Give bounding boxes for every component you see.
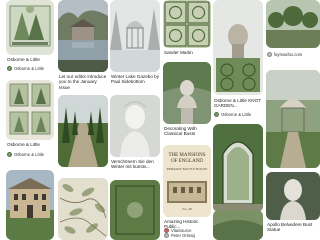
pin-image[interactable] bbox=[110, 0, 160, 72]
pin-image[interactable] bbox=[213, 0, 263, 95]
pin-book[interactable] bbox=[110, 180, 160, 240]
pin-author-vitasource[interactable]: VitaSource bbox=[164, 228, 191, 233]
book-title: THE MANSIONS OF ENGLAND bbox=[168, 153, 206, 164]
avatar bbox=[164, 233, 169, 238]
book-caption: No. 48 bbox=[182, 207, 192, 211]
folies-wallpaper-image bbox=[6, 80, 54, 140]
garden-mirror-image bbox=[213, 124, 263, 212]
pin-garden-path[interactable] bbox=[58, 95, 108, 170]
author-name: faymaxfox.com bbox=[274, 52, 303, 57]
topiary-image bbox=[266, 0, 320, 48]
pin-image[interactable] bbox=[58, 0, 108, 72]
busts-image bbox=[163, 62, 211, 124]
avatar bbox=[267, 52, 272, 57]
pin-image[interactable] bbox=[110, 95, 160, 157]
pin-image[interactable] bbox=[213, 124, 263, 212]
pin-image[interactable] bbox=[163, 0, 211, 48]
apollo-bust-image bbox=[266, 172, 320, 220]
pin-mansions-book[interactable]: THE MANSIONS OF ENGLAND PRIMARY BATTLE H… bbox=[163, 145, 211, 240]
pin-image[interactable] bbox=[58, 95, 108, 167]
pin-author[interactable]: Osborne & Little bbox=[7, 66, 44, 71]
pin-image[interactable] bbox=[58, 178, 108, 240]
pin-bottom-partial[interactable] bbox=[213, 210, 263, 240]
pin-damask[interactable] bbox=[58, 178, 108, 240]
pin-image[interactable]: THE MANSIONS OF ENGLAND PRIMARY BATTLE H… bbox=[163, 145, 211, 217]
pin-title[interactable]: Verschönern Sie den Winter mit kunstv... bbox=[111, 159, 160, 171]
pin-faymaxfox[interactable]: faymaxfox.com bbox=[266, 0, 320, 62]
pin-apollo[interactable]: Apollo Belvedere Bust Statue bbox=[266, 172, 320, 240]
pin-image[interactable] bbox=[163, 62, 211, 124]
pin-image[interactable] bbox=[6, 80, 54, 140]
pin-title[interactable]: Osborne & Little FOLIES... bbox=[7, 57, 54, 63]
garden-path-image bbox=[58, 95, 108, 167]
author-name: Osborne & Little bbox=[221, 112, 252, 117]
pin-january-issue[interactable]: Let our editor introduce you to the Janu… bbox=[58, 0, 108, 92]
knot-tiles-image bbox=[163, 0, 211, 48]
author-name: Osborne & Little bbox=[14, 66, 45, 71]
pin-title[interactable]: Apollo Belvedere Bust Statue bbox=[267, 222, 320, 234]
gazebo-image bbox=[110, 0, 160, 72]
author-name: Osborne & Little bbox=[14, 152, 45, 157]
book-subtitle: PRIMARY BATTLE HOUSE bbox=[166, 167, 208, 171]
pin-image[interactable] bbox=[6, 0, 54, 55]
pin-folies-top[interactable]: Osborne & Little FOLIES... Osborne & Lit… bbox=[6, 0, 54, 80]
pin-manor-house[interactable] bbox=[6, 170, 54, 240]
snow-bust-image bbox=[110, 95, 160, 157]
pin-sander-martin[interactable]: Sander Martin bbox=[163, 0, 211, 60]
garden-gazebo-image bbox=[266, 70, 320, 168]
pin-image[interactable] bbox=[266, 172, 320, 220]
pin-title[interactable]: Osborne & Little FOLIES... bbox=[7, 142, 54, 148]
manor-house-image bbox=[6, 170, 54, 240]
folies-pattern-image bbox=[6, 0, 54, 55]
pin-author[interactable]: Osborne & Little bbox=[214, 112, 251, 117]
pin-winter-gazebo[interactable]: Winter Lake Gazebo by Paul Sidebottom bbox=[110, 0, 160, 92]
author-name: Peter Orlowij bbox=[171, 233, 195, 238]
pin-image[interactable] bbox=[110, 180, 160, 240]
pin-image[interactable] bbox=[266, 0, 320, 48]
author-name: VitaSource bbox=[171, 228, 192, 233]
knot-garden-image bbox=[213, 0, 263, 95]
pin-title[interactable]: Let our editor introduce you to the Janu… bbox=[59, 74, 108, 92]
pin-knot-garden[interactable]: Osborne & Little KNOT GARDEN... Osborne … bbox=[213, 0, 263, 120]
pin-title[interactable]: Decorating With Classical Busts bbox=[164, 126, 211, 138]
pin-author[interactable]: Peter Orlowij bbox=[164, 233, 195, 238]
pin-folies-middle[interactable]: Osborne & Little FOLIES... Osborne & Lit… bbox=[6, 80, 54, 160]
avatar bbox=[7, 152, 12, 157]
leaf-pattern-image bbox=[58, 178, 108, 240]
avatar bbox=[214, 112, 219, 117]
pin-title[interactable]: Sander Martin bbox=[164, 50, 211, 56]
estate-lake-image bbox=[58, 0, 108, 72]
pin-title[interactable]: Winter Lake Gazebo by Paul Sidebottom bbox=[111, 74, 160, 86]
hedge-image bbox=[213, 210, 263, 240]
pin-author[interactable]: faymaxfox.com bbox=[267, 52, 302, 57]
avatar bbox=[164, 228, 169, 233]
pin-gazebo-garden[interactable] bbox=[266, 70, 320, 170]
avatar bbox=[7, 66, 12, 71]
pin-image[interactable] bbox=[266, 70, 320, 168]
pin-author[interactable]: Osborne & Little bbox=[7, 152, 44, 157]
pin-winter-bust[interactable]: Verschönern Sie den Winter mit kunstv... bbox=[110, 95, 160, 175]
pin-image[interactable] bbox=[6, 170, 54, 240]
garden-aerial-image bbox=[110, 180, 160, 240]
pin-classical-busts[interactable]: Decorating With Classical Busts bbox=[163, 62, 211, 142]
pin-image[interactable] bbox=[213, 210, 263, 240]
pin-title[interactable]: Osborne & Little KNOT GARDEN... bbox=[214, 98, 263, 110]
